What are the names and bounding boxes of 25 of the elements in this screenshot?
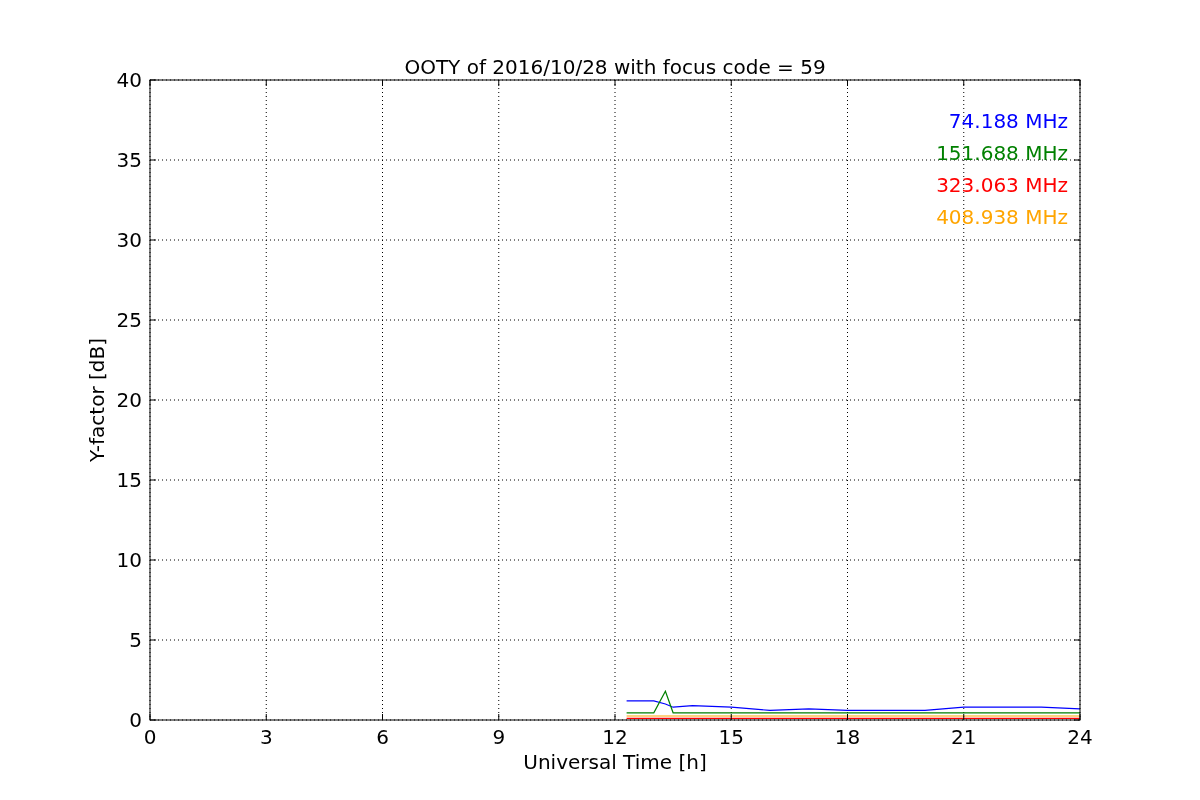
y-tick-label: 40 [116, 68, 142, 92]
y-tick-label: 35 [116, 148, 142, 172]
chart-title: OOTY of 2016/10/28 with focus code = 59 [404, 55, 826, 79]
x-tick-label: 6 [376, 725, 389, 749]
legend-label: 408.938 MHz [936, 205, 1068, 229]
x-tick-label: 15 [718, 725, 744, 749]
x-tick-label: 18 [834, 725, 861, 749]
x-tick-label: 24 [1067, 725, 1093, 749]
y-tick-label: 15 [116, 468, 142, 492]
y-tick-label: 10 [116, 548, 142, 572]
x-axis-label: Universal Time [h] [523, 750, 707, 774]
y-tick-label: 0 [129, 708, 142, 732]
y-tick-label: 5 [129, 628, 142, 652]
y-tick-label: 30 [116, 228, 142, 252]
legend-label: 323.063 MHz [936, 173, 1068, 197]
x-tick-label: 0 [143, 725, 157, 749]
y-axis-label: Y-factor [dB] [85, 338, 109, 462]
y-tick-label: 25 [116, 308, 142, 332]
x-tick-label: 9 [492, 725, 506, 749]
legend-label: 151.688 MHz [936, 141, 1068, 165]
x-tick-label: 12 [602, 725, 628, 749]
x-tick-label: 21 [951, 725, 977, 749]
y-tick-label: 20 [116, 388, 142, 412]
legend-label: 74.188 MHz [948, 109, 1068, 133]
x-tick-label: 3 [259, 725, 273, 749]
